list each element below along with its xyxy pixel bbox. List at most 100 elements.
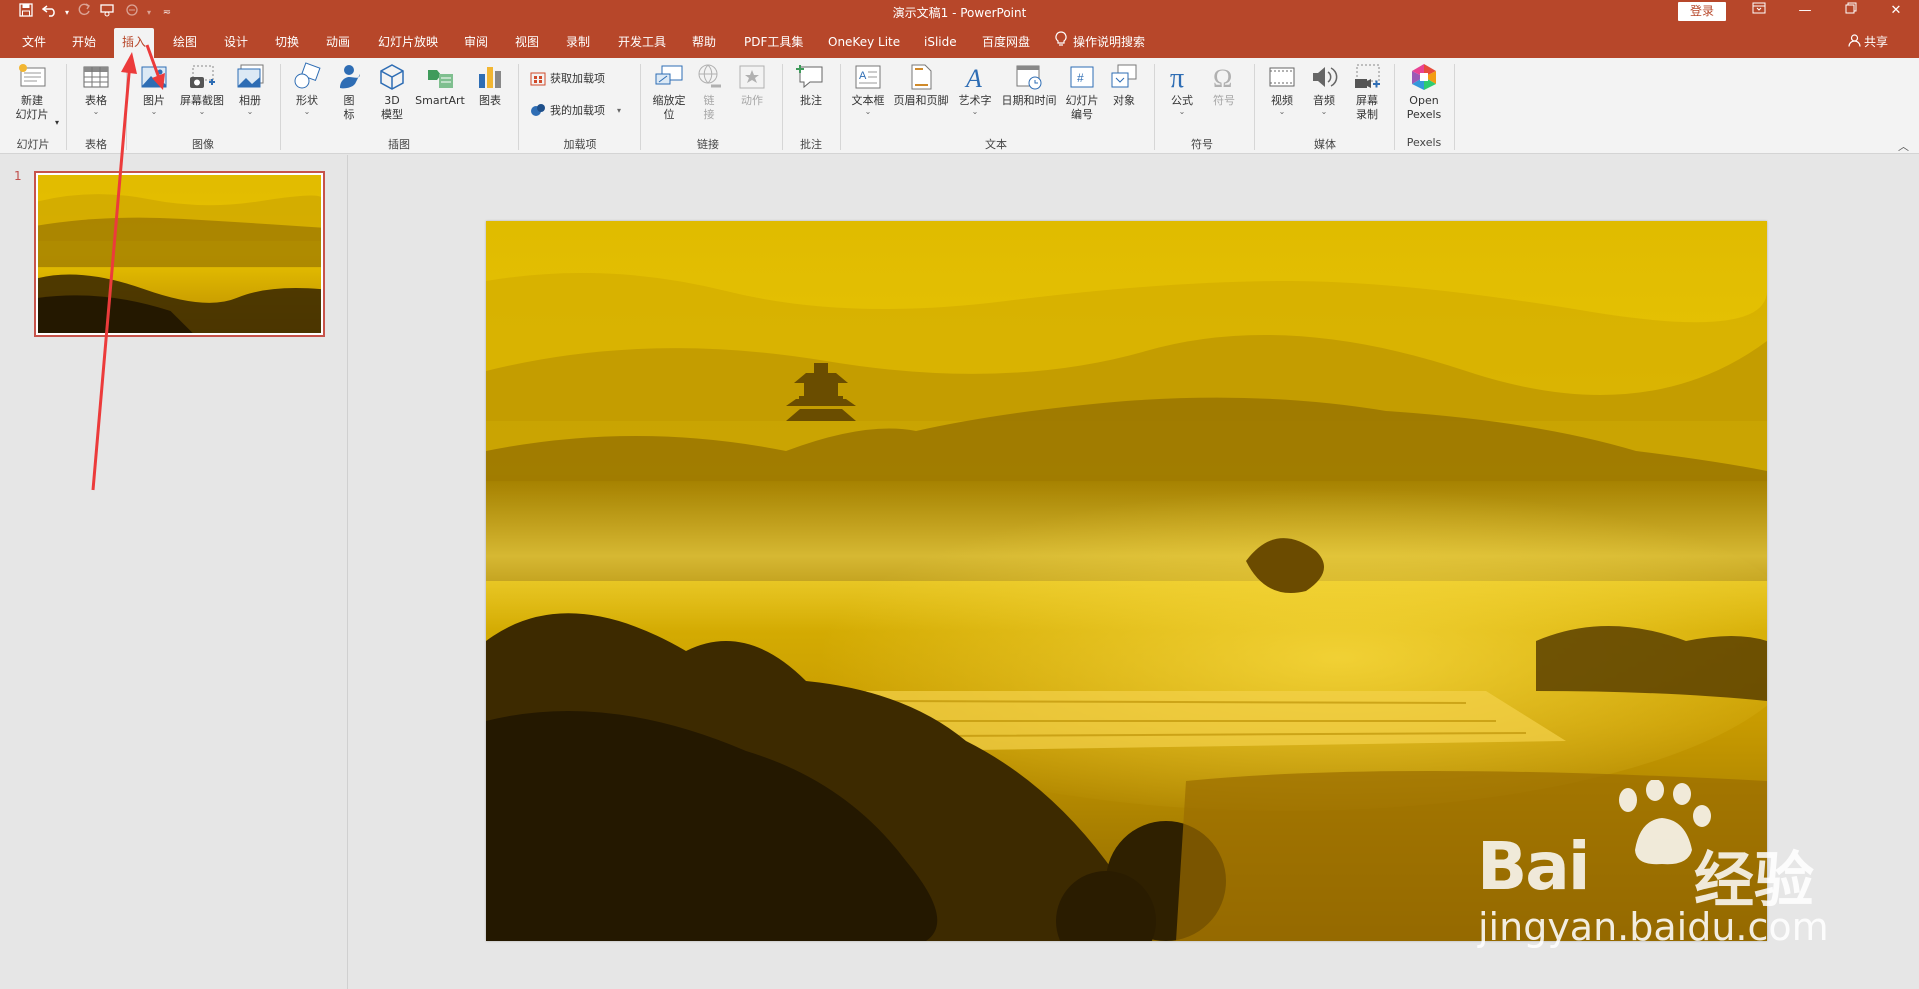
link-button[interactable]: 链 接	[694, 62, 724, 122]
3d-models-button[interactable]: 3D 模型	[374, 62, 410, 122]
open-pexels-button[interactable]: Open Pexels	[1402, 62, 1446, 122]
tab-animations[interactable]: 动画	[318, 28, 358, 58]
video-icon	[1267, 62, 1297, 92]
wordart-button[interactable]: A 艺术字 ⌄	[954, 62, 996, 116]
action-button[interactable]: 动作	[736, 62, 768, 108]
dropdown-icon[interactable]: ▾	[617, 106, 621, 115]
photo-album-button[interactable]: 相册 ⌄	[230, 62, 270, 116]
slide-number-label: 1	[14, 169, 22, 183]
lightbulb-icon	[1055, 29, 1067, 57]
video-button[interactable]: 视频 ⌄	[1264, 62, 1300, 116]
window-title: 演示文稿1 - PowerPoint	[892, 6, 1027, 20]
smartart-button[interactable]: SmartArt	[412, 62, 468, 108]
maximize-icon[interactable]	[1828, 0, 1874, 24]
group-separator	[782, 64, 783, 150]
picture-button[interactable]: 图片 ⌄	[136, 62, 172, 116]
tab-transitions[interactable]: 切换	[267, 28, 307, 58]
zoom-button[interactable]: 缩放定 位	[648, 62, 690, 122]
pi-icon: π	[1167, 62, 1197, 94]
slide-number-button[interactable]: # 幻灯片 编号	[1062, 62, 1102, 122]
tab-developer[interactable]: 开发工具	[610, 28, 674, 58]
tab-insert[interactable]: 插入	[114, 28, 155, 58]
group-label-images: 图像	[192, 138, 214, 151]
chart-button[interactable]: 图表	[472, 62, 508, 108]
speaker-icon	[1309, 62, 1339, 92]
new-slide-icon	[17, 62, 47, 92]
group-separator	[66, 64, 67, 150]
login-button[interactable]: 登录	[1678, 2, 1726, 21]
textbox-button[interactable]: A 文本框 ⌄	[848, 62, 888, 116]
close-icon[interactable]: ✕	[1873, 0, 1919, 24]
tab-onekey-lite[interactable]: OneKey Lite	[820, 28, 908, 58]
share-button[interactable]: 共享	[1848, 28, 1888, 58]
group-label-text: 文本	[985, 138, 1007, 151]
watermark-url: jingyan.baidu.com	[1478, 905, 1829, 949]
slide-thumbnail[interactable]	[34, 171, 325, 337]
tell-me-search[interactable]: 操作说明搜索	[1055, 28, 1145, 58]
symbol-button[interactable]: Ω 符号	[1206, 62, 1242, 108]
table-button[interactable]: 表格 ⌄	[76, 62, 116, 116]
group-separator	[126, 64, 127, 150]
tab-record[interactable]: 录制	[558, 28, 598, 58]
tab-design[interactable]: 设计	[216, 28, 256, 58]
icons-button[interactable]: 图 标	[332, 62, 366, 122]
picture-icon	[139, 62, 169, 92]
group-separator	[280, 64, 281, 150]
search-label: 操作说明搜索	[1073, 35, 1146, 49]
group-separator	[640, 64, 641, 150]
omega-icon: Ω	[1209, 62, 1239, 93]
group-label-media: 媒体	[1314, 138, 1336, 151]
ribbon-tab-bar: 文件 开始 插入 绘图 设计 切换 动画 幻灯片放映 审阅 视图 录制 开发工具…	[0, 24, 1919, 58]
tab-pdf-tools[interactable]: PDF工具集	[736, 28, 811, 58]
shapes-icon	[292, 62, 322, 92]
tab-islide[interactable]: iSlide	[916, 28, 965, 58]
chart-icon	[475, 62, 505, 92]
tab-home[interactable]: 开始	[64, 28, 104, 58]
svg-text:A: A	[964, 64, 982, 92]
header-footer-button[interactable]: 页眉和页脚	[890, 62, 952, 108]
new-slide-button[interactable]: 新建 幻灯片	[8, 62, 56, 122]
svg-text:A: A	[859, 70, 867, 82]
audio-button[interactable]: 音频 ⌄	[1306, 62, 1342, 116]
collapse-ribbon-icon[interactable]: ︿	[1898, 138, 1909, 154]
person-icon	[1848, 29, 1861, 57]
date-time-button[interactable]: 日期和时间	[998, 62, 1060, 108]
object-button[interactable]: 对象	[1104, 62, 1144, 108]
screenshot-icon	[187, 62, 217, 92]
tab-file[interactable]: 文件	[14, 28, 54, 58]
ribbon-display-options-icon[interactable]	[1736, 0, 1782, 24]
screen-recording-button[interactable]: 屏幕 录制	[1348, 62, 1386, 122]
group-label-illustrations: 插图	[388, 138, 410, 151]
group-label-addins: 加载项	[563, 138, 597, 151]
my-addins-button[interactable]: 我的加载项 ▾	[530, 102, 621, 118]
tab-slideshow[interactable]: 幻灯片放映	[370, 28, 446, 58]
table-icon	[81, 62, 111, 92]
new-slide-dropdown-icon[interactable]: ▾	[52, 116, 62, 130]
comment-button[interactable]: 批注	[792, 62, 830, 108]
title-bar: ▾ ▾ ≂ 演示文稿1 - PowerPoint 登录 — ✕	[0, 0, 1919, 24]
group-separator	[1254, 64, 1255, 150]
share-label: 共享	[1864, 35, 1889, 49]
minimize-icon[interactable]: —	[1782, 0, 1828, 24]
group-separator	[1454, 64, 1455, 150]
slide-thumbnail-pane: 1	[0, 155, 348, 989]
tab-view[interactable]: 视图	[507, 28, 547, 58]
screenshot-button[interactable]: 屏幕截图 ⌄	[176, 62, 228, 116]
comment-icon	[796, 62, 826, 92]
svg-text:#: #	[1077, 71, 1084, 85]
tab-baidu-netdisk[interactable]: 百度网盘	[974, 28, 1038, 58]
star-icon	[737, 62, 767, 92]
tab-review[interactable]: 审阅	[456, 28, 496, 58]
textbox-icon: A	[853, 62, 883, 92]
cube-icon	[377, 62, 407, 92]
svg-text:Ω: Ω	[1213, 64, 1232, 92]
tab-help[interactable]: 帮助	[684, 28, 724, 58]
shapes-button[interactable]: 形状 ⌄	[290, 62, 324, 116]
group-label-slides: 幻灯片	[16, 138, 50, 151]
tab-draw[interactable]: 绘图	[165, 28, 205, 58]
link-icon	[694, 62, 724, 92]
watermark-brand: Bai	[1477, 828, 1590, 905]
equation-button[interactable]: π 公式 ⌄	[1162, 62, 1202, 116]
store-icon	[530, 70, 546, 86]
get-addins-button[interactable]: 获取加载项	[530, 70, 605, 86]
